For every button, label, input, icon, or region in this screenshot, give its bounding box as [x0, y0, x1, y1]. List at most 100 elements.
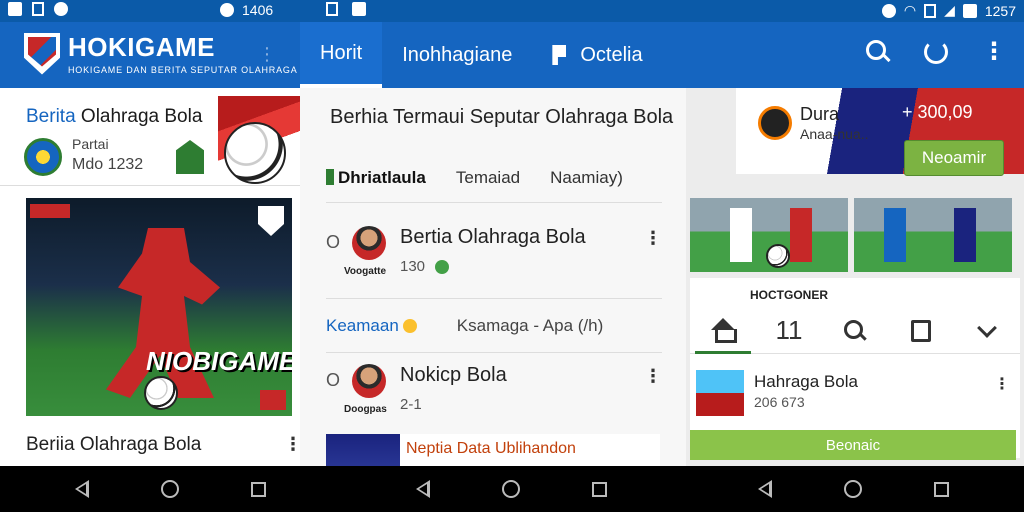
- tab-count[interactable]: 11: [761, 308, 817, 354]
- item-thumbnail: [696, 370, 744, 416]
- promo-right-subtitle: Anaa-nua..: [800, 126, 869, 142]
- home-circle-icon[interactable]: [843, 480, 862, 498]
- system-nav-bar: [0, 466, 1024, 512]
- alarm-icon: [220, 3, 234, 17]
- match-photo-1[interactable]: [690, 198, 848, 272]
- status-time-left: 1406: [242, 2, 274, 18]
- news-card[interactable]: Neptia Data Ublihandon: [326, 434, 660, 466]
- wifi-icon: ◠: [903, 2, 917, 18]
- status-bar: 1406 ◠ ◢ 1257: [0, 0, 1024, 22]
- label-keamaan[interactable]: Keamaan: [326, 316, 417, 336]
- promo-image: [218, 96, 300, 184]
- hero-image[interactable]: NIOBIGAME: [26, 198, 292, 416]
- item-menu-icon[interactable]: ⋮: [644, 228, 662, 249]
- search-icon: [844, 319, 866, 342]
- sim-icon-2: [326, 2, 338, 16]
- tab-more[interactable]: [959, 308, 1015, 354]
- tab-horit[interactable]: Horit: [300, 22, 383, 88]
- list-item[interactable]: Hahraga Bola 206 673 ⋮: [696, 370, 1016, 420]
- sheet-label: HOCTGONER: [750, 288, 828, 302]
- ball-icon: [766, 244, 790, 268]
- sub-tabs: Dhriatlaula Temaiad Naamiay): [326, 168, 623, 188]
- back-icon[interactable]: [416, 480, 431, 498]
- recents-icon[interactable]: [592, 481, 608, 497]
- divider: [326, 352, 662, 353]
- right-column: Dura Anaa-nua.. + 300,09 Neoamir HOCTGON…: [686, 88, 1024, 466]
- hero-caption[interactable]: Beriia Olahraga Bola: [26, 434, 201, 456]
- app-bar: HOKIGAME HOKIGAME DAN BERITA SEPUTAR OLA…: [0, 22, 1024, 88]
- status-time-right: 1257: [984, 2, 1016, 19]
- item-menu-icon[interactable]: ⋮: [994, 374, 1010, 394]
- tab-home[interactable]: [695, 308, 751, 354]
- list-item-title: Nokicp Bola: [400, 364, 507, 386]
- tab-search[interactable]: [827, 308, 883, 354]
- promo-logo-icon: [758, 106, 792, 140]
- promo-right-title: Dura: [800, 104, 840, 124]
- bottom-sheet: HOCTGONER 11 Hahraga Bola 206 673 ⋮ Beon…: [690, 278, 1020, 460]
- promo-line-1: Partai: [72, 136, 109, 152]
- tab-box[interactable]: [893, 308, 949, 354]
- search-icon[interactable]: [866, 40, 890, 64]
- promo-cta-button[interactable]: Neoamir: [904, 140, 1004, 176]
- nfc-icon: [352, 2, 366, 16]
- drag-handle-icon[interactable]: ⋮: [258, 44, 276, 65]
- section-heading: Berhia Termaui Seputar Olahraga Bola: [330, 106, 674, 128]
- list-item[interactable]: O Doogpas Nokicp Bola 2-1 ⋮: [326, 360, 666, 430]
- news-title: Neptia Data Ublihandon: [406, 440, 576, 457]
- middle-column: Berhia Termaui Seputar Olahraga Bola Dhr…: [300, 88, 686, 466]
- divider: [326, 298, 662, 299]
- label-ksamaga[interactable]: Ksamaga - Apa (/h): [457, 316, 603, 336]
- notification-icon: [8, 2, 22, 16]
- chevron-down-icon: [977, 317, 997, 338]
- match-photo-2[interactable]: [854, 198, 1012, 272]
- promo-card-left[interactable]: Berita Olahraga Bola Partai Mdo 1232: [0, 88, 300, 186]
- refresh-icon[interactable]: [924, 40, 948, 64]
- sim-icon: [32, 2, 44, 16]
- hero-ball-icon: [144, 376, 178, 410]
- sheet-tab-bar: 11: [690, 308, 1020, 354]
- recents-icon[interactable]: [251, 481, 267, 497]
- green-banner[interactable]: Beonaic: [690, 430, 1016, 460]
- home-icon: [711, 318, 737, 343]
- avatar: [352, 364, 386, 398]
- list-item-title: Bertia Olahraga Bola: [400, 226, 586, 248]
- back-icon[interactable]: [75, 480, 90, 498]
- recents-icon[interactable]: [933, 481, 949, 497]
- tab-inohhagiane[interactable]: Inohhagiane: [382, 22, 532, 88]
- item-menu-icon[interactable]: ⋮: [644, 366, 662, 387]
- subtab-2[interactable]: Temaiad: [456, 168, 520, 188]
- crest-icon: [258, 206, 284, 236]
- subtab-3[interactable]: Naamiay): [550, 168, 623, 188]
- brand[interactable]: HOKIGAME HOKIGAME DAN BERITA SEPUTAR OLA…: [24, 32, 298, 75]
- item-title: Hahraga Bola: [754, 372, 858, 391]
- alarm-clock-icon: [881, 3, 896, 18]
- vibrate-icon: [924, 3, 937, 18]
- overflow-menu-icon[interactable]: ⋮: [982, 40, 1006, 64]
- list-item[interactable]: O Voogatte Bertia Olahraga Bola 130 ⋮: [326, 222, 666, 292]
- online-dot-icon: [435, 259, 450, 274]
- promo-card-right[interactable]: Dura Anaa-nua.. + 300,09 Neoamir: [736, 88, 1024, 176]
- promo-line-2: Mdo 1232: [72, 156, 144, 173]
- ball-icon: [224, 122, 286, 184]
- club-badge-icon: [24, 138, 62, 176]
- avatar: [352, 226, 386, 260]
- promo-price: + 300,09: [902, 102, 973, 122]
- flag-icon: [552, 45, 567, 65]
- club-badge-2-icon: [176, 140, 204, 174]
- tab-octelia[interactable]: Octelia: [532, 22, 662, 88]
- back-icon[interactable]: [757, 480, 772, 498]
- home-circle-icon[interactable]: [161, 480, 180, 498]
- promo-title: Berita Olahraga Bola: [26, 106, 203, 127]
- divider: [326, 202, 662, 203]
- brand-subtitle: HOKIGAME DAN BERITA SEPUTAR OLAHRAGA: [68, 65, 298, 75]
- item-meta: 206 673: [754, 394, 805, 410]
- app-notification-icon: [54, 2, 68, 16]
- signal-icon: ◢: [944, 2, 955, 18]
- battery-icon: [962, 3, 977, 18]
- hero-title: NIOBIGAME: [146, 346, 292, 376]
- news-thumbnail: [326, 434, 400, 466]
- left-column: Berita Olahraga Bola Partai Mdo 1232 NIO…: [0, 88, 302, 466]
- bookmark-icon: [911, 319, 931, 342]
- subtab-1[interactable]: Dhriatlaula: [326, 168, 426, 188]
- home-circle-icon[interactable]: [502, 480, 521, 498]
